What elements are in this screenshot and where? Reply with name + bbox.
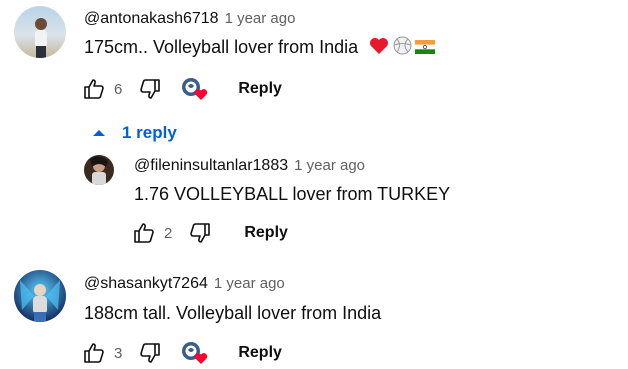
- comment-header: @fileninsultanlar1883 1 year ago: [134, 157, 365, 175]
- thumbs-up-icon[interactable]: [82, 341, 106, 365]
- comment-text: 175cm.. Volleyball lover from India: [84, 36, 436, 60]
- creator-heart-icon[interactable]: [180, 76, 208, 102]
- timestamp[interactable]: 1 year ago: [225, 10, 296, 27]
- avatar[interactable]: [84, 155, 114, 185]
- reply-button[interactable]: Reply: [244, 224, 288, 242]
- reply-button[interactable]: Reply: [238, 344, 282, 362]
- like-count: 3: [114, 344, 123, 362]
- india-flag-emoji: [415, 38, 436, 54]
- author-handle[interactable]: @fileninsultanlar1883: [134, 157, 288, 174]
- comment-body: 175cm.. Volleyball lover from India: [84, 37, 359, 57]
- like-count: 2: [164, 224, 173, 242]
- thumbs-down-icon[interactable]: [138, 77, 162, 101]
- thumbs-down-icon[interactable]: [138, 341, 162, 365]
- comment-actions: 2 Reply: [132, 221, 288, 245]
- like-count: 6: [114, 80, 123, 98]
- comment-header: @shasankyt7264 1 year ago: [84, 275, 285, 293]
- thumbs-up-icon[interactable]: [132, 221, 156, 245]
- thumbs-down-icon[interactable]: [188, 221, 212, 245]
- avatar[interactable]: [14, 270, 66, 322]
- timestamp[interactable]: 1 year ago: [214, 275, 285, 292]
- comment-actions: 6 Reply: [82, 76, 282, 102]
- reply-button[interactable]: Reply: [238, 80, 282, 98]
- comment-header: @antonakash6718 1 year ago: [84, 10, 295, 28]
- creator-heart-icon[interactable]: [180, 340, 208, 366]
- chevron-up-icon: [90, 126, 108, 140]
- replies-count-label: 1 reply: [122, 123, 177, 142]
- replies-toggle[interactable]: 1 reply: [90, 123, 177, 143]
- thumbs-up-icon[interactable]: [82, 77, 106, 101]
- comment-body: 1.76 VOLLEYBALL lover from TURKEY: [134, 184, 451, 204]
- red-heart-emoji: [369, 37, 389, 60]
- author-handle[interactable]: @shasankyt7264: [84, 275, 208, 292]
- volleyball-emoji: [393, 36, 412, 60]
- timestamp[interactable]: 1 year ago: [294, 157, 365, 174]
- comment-body: 188cm tall. Volleyball lover from India: [84, 303, 382, 323]
- avatar[interactable]: [14, 6, 66, 58]
- author-handle[interactable]: @antonakash6718: [84, 10, 219, 27]
- comment-actions: 3 Reply: [82, 340, 282, 366]
